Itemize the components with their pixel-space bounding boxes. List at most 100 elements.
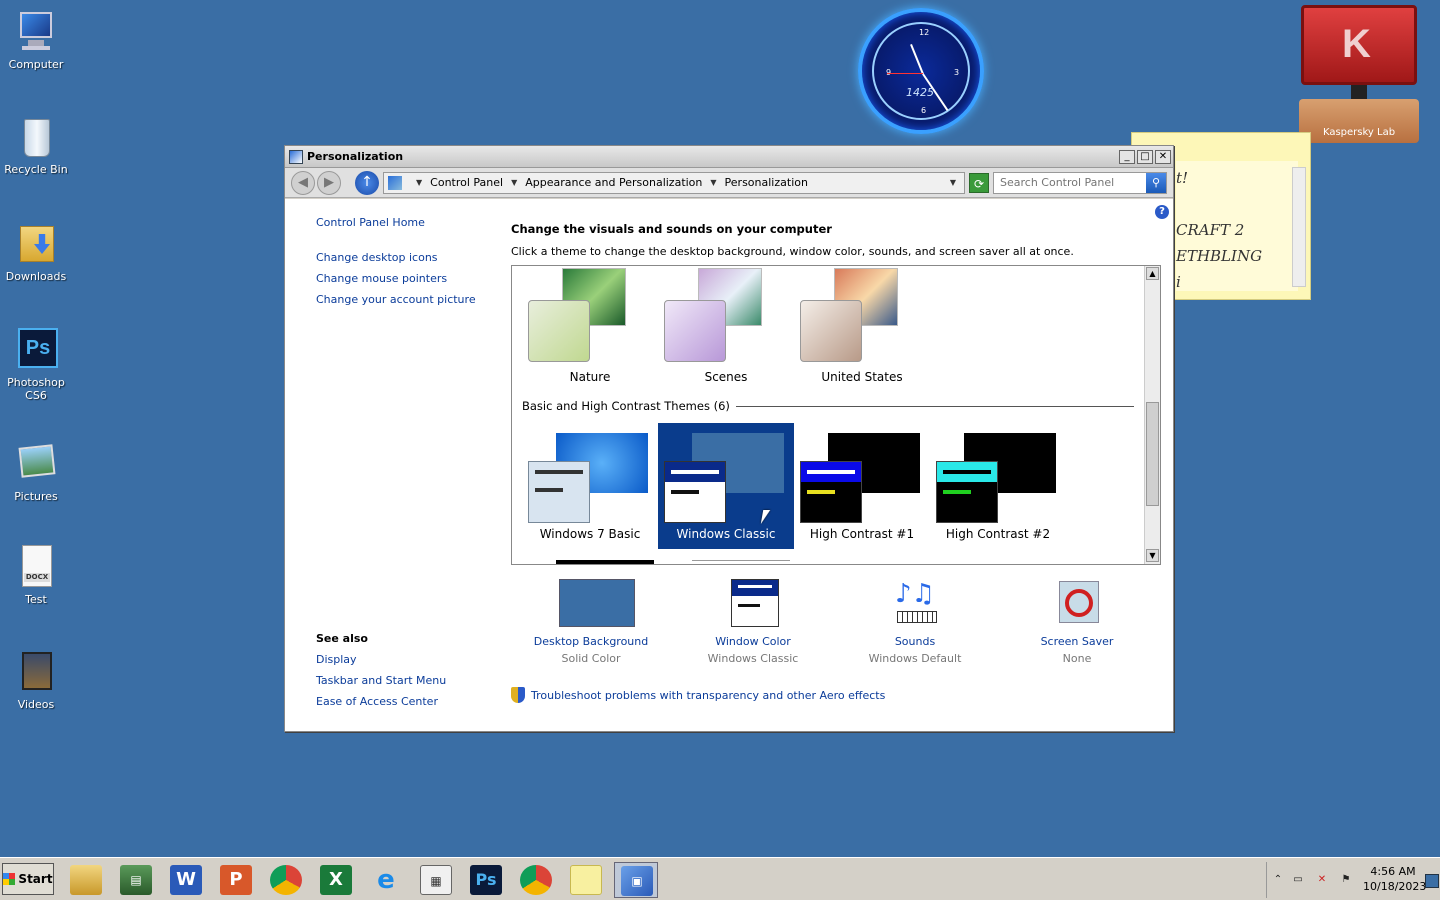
taskbar-word[interactable]: W bbox=[164, 862, 208, 898]
theme-settings-row: Desktop Background Solid Color Window Co… bbox=[511, 579, 1161, 679]
taskbar-chrome[interactable] bbox=[264, 862, 308, 898]
desktop-icon-downloads[interactable]: Downloads bbox=[0, 222, 72, 283]
back-button[interactable]: ◀ bbox=[291, 170, 315, 195]
scroll-up-icon[interactable]: ▲ bbox=[1146, 267, 1159, 280]
theme-window-preview bbox=[664, 461, 726, 523]
sticky-note-scrollbar[interactable] bbox=[1292, 167, 1306, 287]
setting-title: Window Color bbox=[715, 635, 791, 648]
network-icon[interactable]: ▭ bbox=[1291, 874, 1305, 888]
setting-title: Desktop Background bbox=[533, 635, 649, 648]
desktop-icon-computer[interactable]: Computer bbox=[0, 10, 72, 71]
link-taskbar-start-menu[interactable]: Taskbar and Start Menu bbox=[316, 674, 446, 687]
breadcrumb-chevron-icon[interactable]: ▼ bbox=[511, 178, 517, 187]
windows-flag-icon bbox=[3, 873, 16, 885]
group-divider bbox=[735, 405, 1134, 407]
desktop-icon-videos[interactable]: Videos bbox=[0, 650, 72, 711]
kaspersky-gadget[interactable]: K Kaspersky Lab bbox=[1299, 5, 1419, 145]
taskbar-excel[interactable]: X bbox=[314, 862, 358, 898]
address-dropdown-icon[interactable]: ▼ bbox=[950, 178, 956, 187]
taskbar-powerpoint[interactable]: P bbox=[214, 862, 258, 898]
videos-icon bbox=[14, 650, 58, 694]
theme-windows-7-basic[interactable]: Windows 7 Basic bbox=[522, 423, 658, 549]
link-display[interactable]: Display bbox=[316, 653, 357, 666]
scroll-down-icon[interactable]: ▼ bbox=[1146, 549, 1159, 562]
volume-muted-icon[interactable]: ✕ bbox=[1315, 874, 1329, 888]
breadcrumb-control-panel[interactable]: Control Panel bbox=[430, 176, 503, 189]
taskbar-internet-explorer[interactable]: e bbox=[364, 862, 408, 898]
search-input[interactable] bbox=[994, 172, 1146, 193]
computer-icon bbox=[14, 10, 58, 54]
search-box: ⚲ bbox=[993, 171, 1167, 194]
setting-window-color[interactable]: Window Color Windows Classic bbox=[683, 579, 823, 665]
clock-gadget[interactable]: 12 3 6 9 1425 bbox=[858, 8, 984, 134]
search-icon[interactable]: ⚲ bbox=[1146, 172, 1166, 193]
breadcrumb-personalization[interactable]: Personalization bbox=[725, 176, 808, 189]
shield-icon bbox=[511, 687, 525, 703]
breadcrumb[interactable]: ▼ Control Panel ▼ Appearance and Persona… bbox=[383, 171, 965, 194]
theme-next-row-preview bbox=[692, 560, 790, 564]
refresh-button[interactable]: ⟳ bbox=[969, 172, 989, 193]
page-title: Change the visuals and sounds on your co… bbox=[511, 222, 832, 236]
link-control-panel-home[interactable]: Control Panel Home bbox=[316, 216, 425, 229]
breadcrumb-appearance[interactable]: Appearance and Personalization bbox=[525, 176, 702, 189]
theme-scenes[interactable]: Scenes bbox=[658, 266, 794, 392]
minimize-button[interactable]: _ bbox=[1119, 149, 1135, 164]
help-icon[interactable]: ? bbox=[1155, 205, 1169, 219]
setting-title: Sounds bbox=[894, 635, 936, 648]
desktop-icon-label: Videos bbox=[17, 698, 55, 711]
breadcrumb-chevron-icon[interactable]: ▼ bbox=[710, 178, 716, 187]
action-center-icon[interactable]: ⚑ bbox=[1339, 874, 1353, 888]
theme-window-preview bbox=[664, 300, 726, 362]
link-change-mouse-pointers[interactable]: Change mouse pointers bbox=[316, 272, 447, 285]
taskbar-photoshop[interactable]: Ps bbox=[464, 862, 508, 898]
powerpoint-icon: P bbox=[220, 865, 252, 895]
taskbar-system-monitor[interactable]: ▤ bbox=[114, 862, 158, 898]
document-icon: ▦ bbox=[420, 865, 452, 895]
taskbar-chrome-2[interactable] bbox=[514, 862, 558, 898]
theme-windows-classic[interactable]: Windows Classic bbox=[658, 423, 794, 549]
setting-desktop-background[interactable]: Desktop Background Solid Color bbox=[521, 579, 661, 665]
troubleshoot-label: Troubleshoot problems with transparency … bbox=[531, 688, 886, 702]
theme-united-states[interactable]: United States bbox=[794, 266, 930, 392]
theme-high-contrast-1[interactable]: High Contrast #1 bbox=[794, 423, 930, 549]
screen-saver-icon bbox=[1039, 579, 1115, 627]
taskbar-file-explorer[interactable] bbox=[64, 862, 108, 898]
title-bar[interactable]: Personalization _ □ ✕ bbox=[285, 146, 1173, 168]
start-label: Start bbox=[18, 872, 53, 886]
chrome-icon bbox=[520, 865, 552, 895]
desktop-icon-label: Recycle Bin bbox=[4, 163, 68, 176]
theme-label: High Contrast #2 bbox=[945, 527, 1051, 541]
control-panel-icon: ▣ bbox=[621, 866, 653, 896]
desktop-icon-test[interactable]: DOCX Test bbox=[0, 545, 72, 606]
theme-nature[interactable]: Nature bbox=[522, 266, 658, 392]
internet-explorer-icon: e bbox=[377, 865, 395, 895]
kaspersky-k-icon: K bbox=[1342, 22, 1371, 66]
scroll-thumb[interactable] bbox=[1146, 402, 1159, 506]
show-desktop-icon[interactable] bbox=[1425, 874, 1439, 888]
link-change-desktop-icons[interactable]: Change desktop icons bbox=[316, 251, 438, 264]
link-change-account-picture[interactable]: Change your account picture bbox=[316, 293, 476, 306]
page-subtitle: Click a theme to change the desktop back… bbox=[511, 245, 1074, 258]
theme-high-contrast-2[interactable]: High Contrast #2 bbox=[930, 423, 1066, 549]
desktop-icon-pictures[interactable]: Pictures bbox=[0, 442, 72, 503]
clock[interactable]: 4:56 AM 10/18/2023 bbox=[1363, 864, 1426, 894]
monitor-icon: ▤ bbox=[120, 865, 152, 895]
setting-screen-saver[interactable]: Screen Saver None bbox=[1007, 579, 1147, 665]
troubleshoot-link[interactable]: Troubleshoot problems with transparency … bbox=[511, 687, 885, 703]
link-ease-of-access[interactable]: Ease of Access Center bbox=[316, 695, 438, 708]
taskbar-calculator[interactable]: ▦ bbox=[414, 862, 458, 898]
up-button[interactable]: ↑ bbox=[355, 170, 379, 195]
start-button[interactable]: Start bbox=[2, 863, 54, 895]
setting-sounds[interactable]: ♪♫ Sounds Windows Default bbox=[845, 579, 985, 665]
maximize-button[interactable]: □ bbox=[1137, 149, 1153, 164]
breadcrumb-chevron-icon[interactable]: ▼ bbox=[416, 178, 422, 187]
close-button[interactable]: ✕ bbox=[1155, 149, 1171, 164]
desktop-icon-photoshop[interactable]: Ps Photoshop CS6 bbox=[0, 328, 72, 402]
theme-list-scrollbar[interactable]: ▲ ▼ bbox=[1144, 266, 1160, 564]
forward-button[interactable]: ▶ bbox=[317, 170, 341, 195]
see-also-title: See also bbox=[316, 632, 368, 645]
show-hidden-icons-chevron-icon[interactable]: ⌃ bbox=[1271, 874, 1285, 888]
taskbar-control-panel[interactable]: ▣ bbox=[614, 862, 658, 898]
desktop-icon-recycle-bin[interactable]: Recycle Bin bbox=[0, 115, 72, 176]
taskbar-sticky-notes[interactable] bbox=[564, 862, 608, 898]
